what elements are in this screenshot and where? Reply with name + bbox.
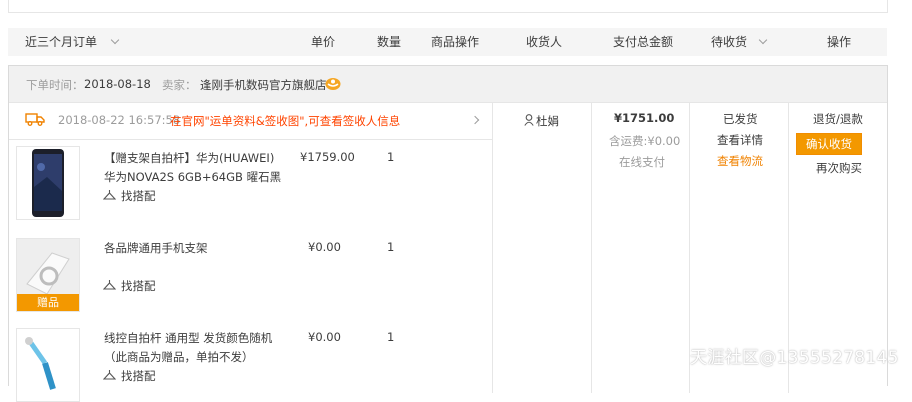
hanger-icon [102,189,117,201]
item-qty: 1 [387,330,395,344]
order-status: 已发货 [723,112,758,126]
confirm-receipt-button[interactable]: 确认收货 [796,133,862,155]
order-info-bar: 下单时间： 2018-08-18 卖家： 逢刚手机数码官方旗舰店 [9,66,887,103]
header-actions: 操作 [827,35,852,49]
chevron-down-icon[interactable] [110,35,120,45]
item-qty: 1 [387,150,395,164]
view-logistics-link[interactable]: 查看物流 [717,153,763,169]
product-thumbnail[interactable]: 赠品 [16,238,80,312]
divider [591,103,592,393]
receiver-name[interactable]: 杜娟 [536,113,559,129]
item-price: ¥0.00 [308,330,341,344]
hanger-icon [102,279,117,291]
item-price: ¥0.00 [308,240,341,254]
item-title[interactable]: 各品牌通用手机支架 [104,240,208,256]
chevron-down-icon[interactable] [758,35,768,45]
header-unit-price: 单价 [311,35,336,49]
status-filter-label: 待收货 [711,35,748,49]
header-quantity: 数量 [377,35,402,49]
seller-link[interactable]: 逢刚手机数码官方旗舰店 [200,77,327,93]
divider [492,103,493,393]
order-time: 2018-08-18 [84,77,151,91]
item-title[interactable]: 【赠支架自拍杆】华为(HUAWEI) [104,150,274,166]
item-title-line2[interactable]: 华为NOVA2S 6GB+64GB 曜石黑 [104,169,281,185]
payment-method: 在线支付 [619,155,665,169]
find-match-link[interactable]: 找搭配 [121,368,156,384]
product-thumbnail[interactable] [16,328,80,402]
seller-label: 卖家： [162,78,197,92]
header-item-ops: 商品操作 [431,35,480,49]
logistics-message[interactable]: 在官网"运单资料&签收图",可查看签收人信息 [170,113,400,129]
user-icon [524,114,534,126]
period-filter[interactable]: 近三个月订单 [25,28,97,56]
watermark: 天涯社区@13555278145 [690,348,899,368]
item-price: ¥1759.00 [300,150,355,164]
divider [9,139,492,140]
hanger-icon [102,369,117,381]
header-receiver: 收货人 [526,35,563,49]
header-total: 支付总金额 [613,35,674,49]
status-filter[interactable]: 待收货 [711,28,747,56]
chat-icon[interactable] [325,77,341,91]
product-thumbnail[interactable] [16,146,80,220]
find-match-link[interactable]: 找搭配 [121,188,156,204]
order-card: 下单时间： 2018-08-18 卖家： 逢刚手机数码官方旗舰店 2018-08… [8,65,888,402]
period-filter-label: 近三个月订单 [25,35,98,49]
order-time-label: 下单时间： [26,78,84,92]
logistics-time: 2018-08-22 16:57:58 [58,113,181,127]
previous-order-box [8,0,888,13]
find-match-link[interactable]: 找搭配 [121,278,156,294]
order-table-header: 近三个月订单 单价 数量 商品操作 收货人 支付总金额 待收货 操作 [8,28,887,56]
item-title[interactable]: 线控自拍杆 通用型 发货颜色随机 [104,330,272,346]
item-title-line2[interactable]: （此商品为赠品，单拍不发） [104,349,254,365]
refund-link[interactable]: 退货/退款 [813,111,863,127]
chevron-right-icon[interactable] [470,115,480,125]
shipping-fee: 含运费:¥0.00 [609,134,681,148]
item-qty: 1 [387,240,395,254]
truck-icon [25,112,45,126]
gift-tag: 赠品 [17,294,79,311]
order-total: ¥1751.00 [614,111,675,125]
rebuy-link[interactable]: 再次购买 [816,160,862,176]
view-detail-link[interactable]: 查看详情 [717,132,763,148]
